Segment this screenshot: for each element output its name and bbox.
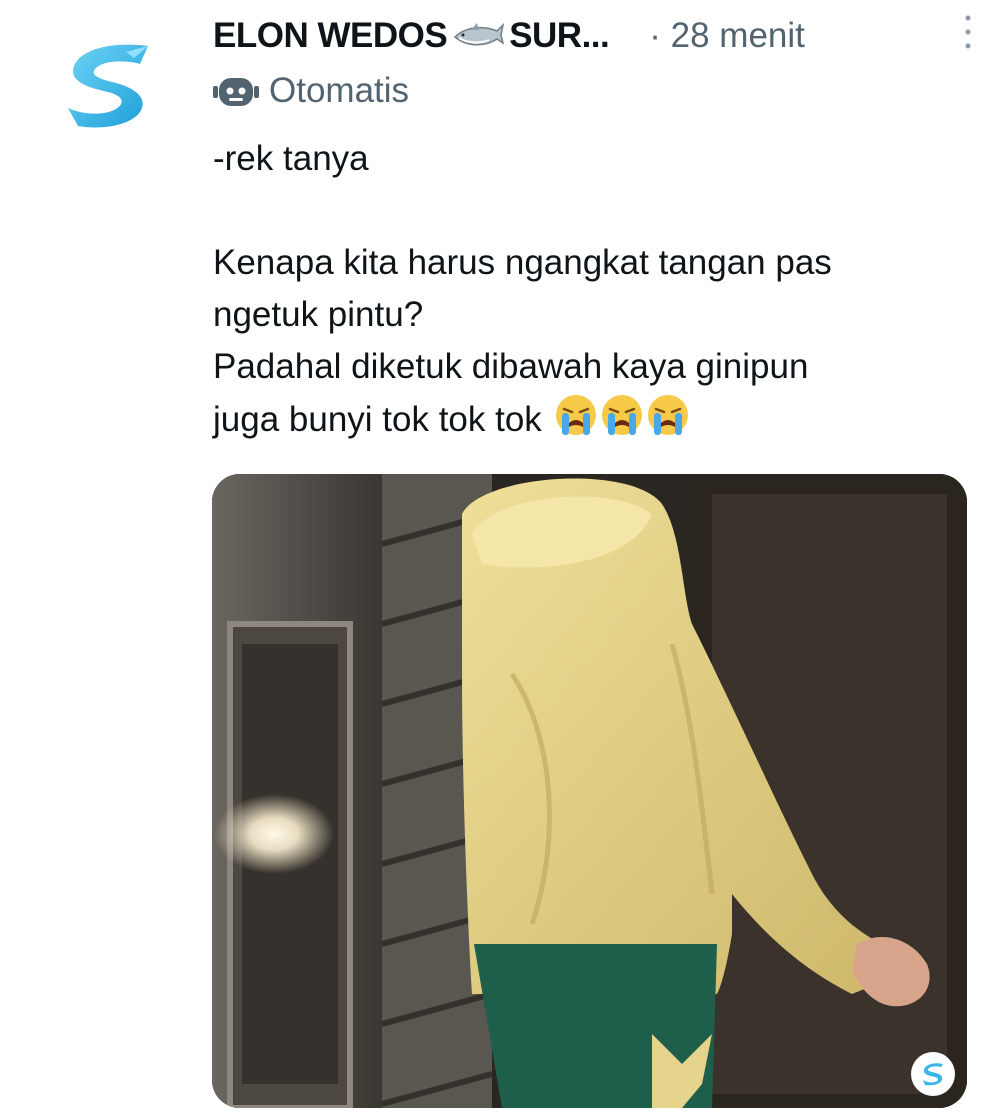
s-logo-icon (923, 1063, 943, 1086)
post-timestamp[interactable]: · 28 menit (649, 16, 805, 56)
post-text-line: -rek tanya (213, 139, 369, 178)
post-text-line-last: juga bunyi tok tok tok (213, 393, 973, 446)
post-text: -rek tanya Kenapa kita harus ngangkat ta… (213, 133, 973, 446)
author-avatar[interactable] (60, 38, 155, 133)
media-image (212, 474, 967, 1108)
watermark-s-logo (911, 1052, 955, 1096)
emoji-group (552, 395, 690, 439)
more-vertical-icon[interactable] (964, 12, 972, 52)
post-text-line: ngetuk pintu? (213, 295, 424, 334)
crying-face-icon (555, 395, 596, 435)
shark-icon (454, 22, 505, 46)
time-separator: · (649, 16, 661, 55)
shark-s-logo-icon (68, 44, 148, 128)
post-text-line: Padahal diketuk dibawah kaya ginipun (213, 347, 809, 386)
automated-label[interactable]: Otomatis (213, 68, 409, 114)
robot-icon (213, 78, 259, 106)
post-media[interactable] (212, 474, 967, 1108)
author-name[interactable]: ELON WEDOS (213, 16, 448, 56)
crying-face-icon (647, 395, 688, 435)
post-text-line: Kenapa kita harus ngangkat tangan pas (213, 243, 832, 282)
crying-face-icon (601, 395, 642, 435)
post-text-line: juga bunyi tok tok tok (213, 400, 542, 439)
automated-text: Otomatis (269, 71, 410, 110)
time-text: 28 menit (670, 16, 805, 55)
author-name-suffix[interactable]: SUR... (509, 16, 610, 56)
post-header: ELON WEDOS SUR... · 28 menit (213, 10, 973, 62)
